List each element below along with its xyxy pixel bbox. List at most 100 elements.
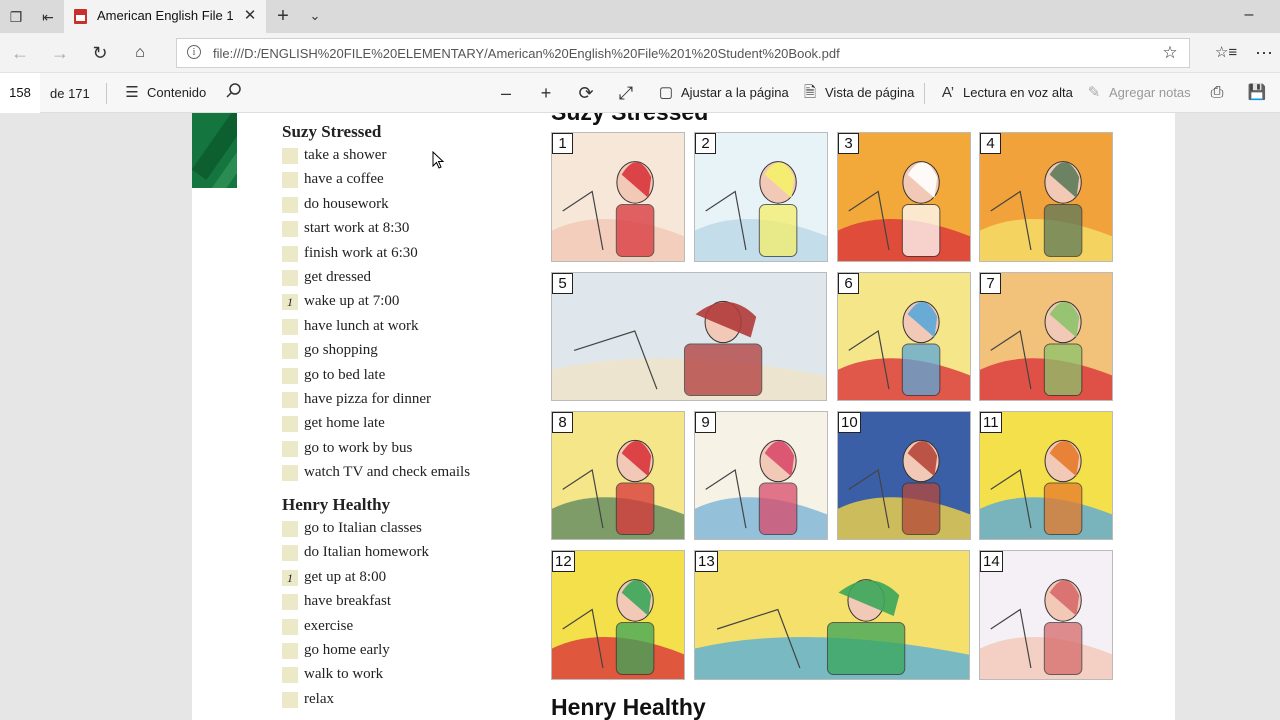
illustration-image bbox=[552, 273, 826, 400]
list-item-text: go to work by bus bbox=[304, 439, 413, 456]
back-button[interactable]: ← bbox=[8, 41, 32, 65]
answer-box bbox=[282, 594, 298, 611]
story-panel: 7 bbox=[979, 272, 1113, 401]
panel-number: 5 bbox=[552, 273, 573, 294]
save-button[interactable]: 💾 bbox=[1245, 81, 1269, 105]
read-aloud-button[interactable]: A’ Lectura en voz alta bbox=[938, 73, 1073, 113]
address-bar[interactable]: i file:///D:/ENGLISH%20FILE%20ELEMENTARY… bbox=[176, 38, 1190, 68]
list-icon: ☰ bbox=[125, 84, 139, 101]
read-aloud-label: Lectura en voz alta bbox=[963, 85, 1073, 100]
pdf-viewer[interactable]: Suzy Stressed Suzy Stressed take a showe… bbox=[0, 113, 1280, 720]
pdf-toolbar: 158 de 171 ☰ Contenido – + ⟳ ⤢ ▢ Ajustar a… bbox=[0, 72, 1280, 113]
answer-box bbox=[282, 545, 298, 562]
pen-icon: ✎ bbox=[1087, 84, 1101, 101]
home-button[interactable]: ⌂ bbox=[128, 41, 152, 65]
suzy-title: Suzy Stressed bbox=[282, 122, 382, 141]
url-text[interactable]: file:///D:/ENGLISH%20FILE%20ELEMENTARY/A… bbox=[213, 46, 840, 61]
list-item-text: get home late bbox=[304, 415, 385, 432]
forward-button[interactable]: → bbox=[48, 41, 72, 65]
panel-number: 3 bbox=[838, 133, 859, 154]
story-panel: 8 bbox=[551, 411, 685, 540]
zoom-in-button[interactable]: + bbox=[534, 81, 558, 105]
answer-box bbox=[282, 221, 298, 238]
mouse-cursor-icon bbox=[432, 151, 444, 169]
new-tab-button[interactable]: + bbox=[272, 5, 294, 27]
list-item-text: have pizza for dinner bbox=[304, 391, 432, 407]
contents-label: Contenido bbox=[147, 85, 207, 100]
list-item-text: start work at 8:30 bbox=[304, 220, 410, 237]
list-item-text: do housework bbox=[304, 195, 389, 212]
answer-box bbox=[282, 618, 298, 635]
list-item-text: have breakfast bbox=[304, 593, 392, 610]
fit-page-label: Ajustar a la página bbox=[681, 85, 789, 100]
minimize-button[interactable]: – bbox=[1238, 5, 1260, 27]
rotate-button[interactable]: ⟳ bbox=[574, 81, 598, 105]
search-button[interactable] bbox=[222, 81, 246, 105]
list-item-text: have lunch at work bbox=[304, 317, 419, 334]
set-tabs-aside-icon[interactable]: ⇤ bbox=[37, 6, 59, 28]
list-item-text: take a shower bbox=[304, 147, 387, 163]
list-item-text: relax bbox=[304, 690, 334, 707]
answer-box bbox=[282, 416, 298, 433]
read-aloud-icon: A’ bbox=[941, 84, 955, 101]
panel-number: 6 bbox=[838, 273, 859, 294]
list-item-text: wake up at 7:00 bbox=[304, 293, 400, 310]
story-panel: 1 bbox=[551, 132, 685, 262]
active-tab[interactable]: American English File 1 ✕ bbox=[64, 0, 266, 33]
tab-actions-icon[interactable]: ❐ bbox=[5, 6, 27, 28]
site-info-icon[interactable]: i bbox=[187, 45, 201, 59]
list-item-text: do Italian homework bbox=[304, 544, 429, 561]
panel-number: 11 bbox=[980, 412, 1002, 433]
list-item-text: get dressed bbox=[304, 269, 372, 285]
panel-number: 14 bbox=[980, 551, 1003, 572]
list-item-text: exercise bbox=[304, 617, 354, 634]
answer-box bbox=[282, 148, 298, 164]
answer-box bbox=[282, 643, 298, 659]
page-view-button[interactable]: 🗎 Vista de página bbox=[800, 73, 914, 113]
story-panel: 10 bbox=[837, 411, 971, 540]
answer-box bbox=[282, 245, 298, 262]
page-view-icon: 🗎 bbox=[803, 84, 817, 101]
panel-number: 13 bbox=[695, 551, 718, 572]
answer-box bbox=[282, 691, 298, 708]
favorite-star-icon[interactable]: ☆ bbox=[1159, 42, 1181, 64]
henry-title: Henry Healthy bbox=[282, 495, 391, 514]
zoom-out-button[interactable]: – bbox=[494, 81, 518, 105]
list-item-text: finish work at 6:30 bbox=[304, 244, 418, 261]
panel-number: 7 bbox=[980, 273, 1001, 294]
answer-box bbox=[282, 440, 298, 457]
tab-list-chevron-icon[interactable]: ⌄ bbox=[304, 5, 326, 27]
favorites-hub-icon[interactable]: ☆≡ bbox=[1214, 41, 1238, 65]
answer-box: 1 bbox=[282, 569, 298, 586]
more-options-icon[interactable]: ⋯ bbox=[1252, 41, 1276, 65]
add-notes-button[interactable]: ✎ Agregar notas bbox=[1084, 73, 1191, 113]
toolbar-divider bbox=[106, 83, 107, 104]
list-item-text: go shopping bbox=[304, 342, 378, 359]
panel-number: 9 bbox=[695, 412, 716, 433]
print-button[interactable]: ⎙ bbox=[1205, 81, 1229, 105]
navigation-bar: ← → ↻ ⌂ i file:///D:/ENGLISH%20FILE%20EL… bbox=[0, 33, 1280, 72]
panel-number: 1 bbox=[552, 133, 573, 154]
fullscreen-button[interactable]: ⤢ bbox=[614, 81, 638, 105]
panel-number: 12 bbox=[552, 551, 575, 572]
fit-page-button[interactable]: ▢ Ajustar a la página bbox=[656, 73, 789, 113]
panel-number: 10 bbox=[838, 412, 861, 433]
answer-box bbox=[282, 172, 298, 189]
page-number-input[interactable]: 158 bbox=[0, 73, 40, 113]
pdf-icon bbox=[74, 9, 87, 24]
contents-button[interactable]: ☰ Contenido bbox=[122, 73, 206, 113]
list-item-text: have a coffee bbox=[304, 171, 384, 188]
pdf-page: Suzy Stressed Suzy Stressed take a showe… bbox=[192, 113, 1175, 720]
close-tab-button[interactable]: ✕ bbox=[240, 6, 260, 26]
list-item-text: go to Italian classes bbox=[304, 520, 422, 536]
answer-box bbox=[282, 318, 298, 335]
panel-number: 2 bbox=[695, 133, 716, 154]
list-item-text: go to bed late bbox=[304, 366, 386, 383]
henry-heading: Henry Healthy bbox=[551, 694, 706, 720]
answer-box bbox=[282, 667, 298, 684]
story-panel: 6 bbox=[837, 272, 971, 401]
story-panel: 3 bbox=[837, 132, 971, 262]
refresh-button[interactable]: ↻ bbox=[88, 41, 112, 65]
tab-title: American English File 1 bbox=[97, 8, 234, 23]
list-item-text: walk to work bbox=[304, 666, 384, 683]
